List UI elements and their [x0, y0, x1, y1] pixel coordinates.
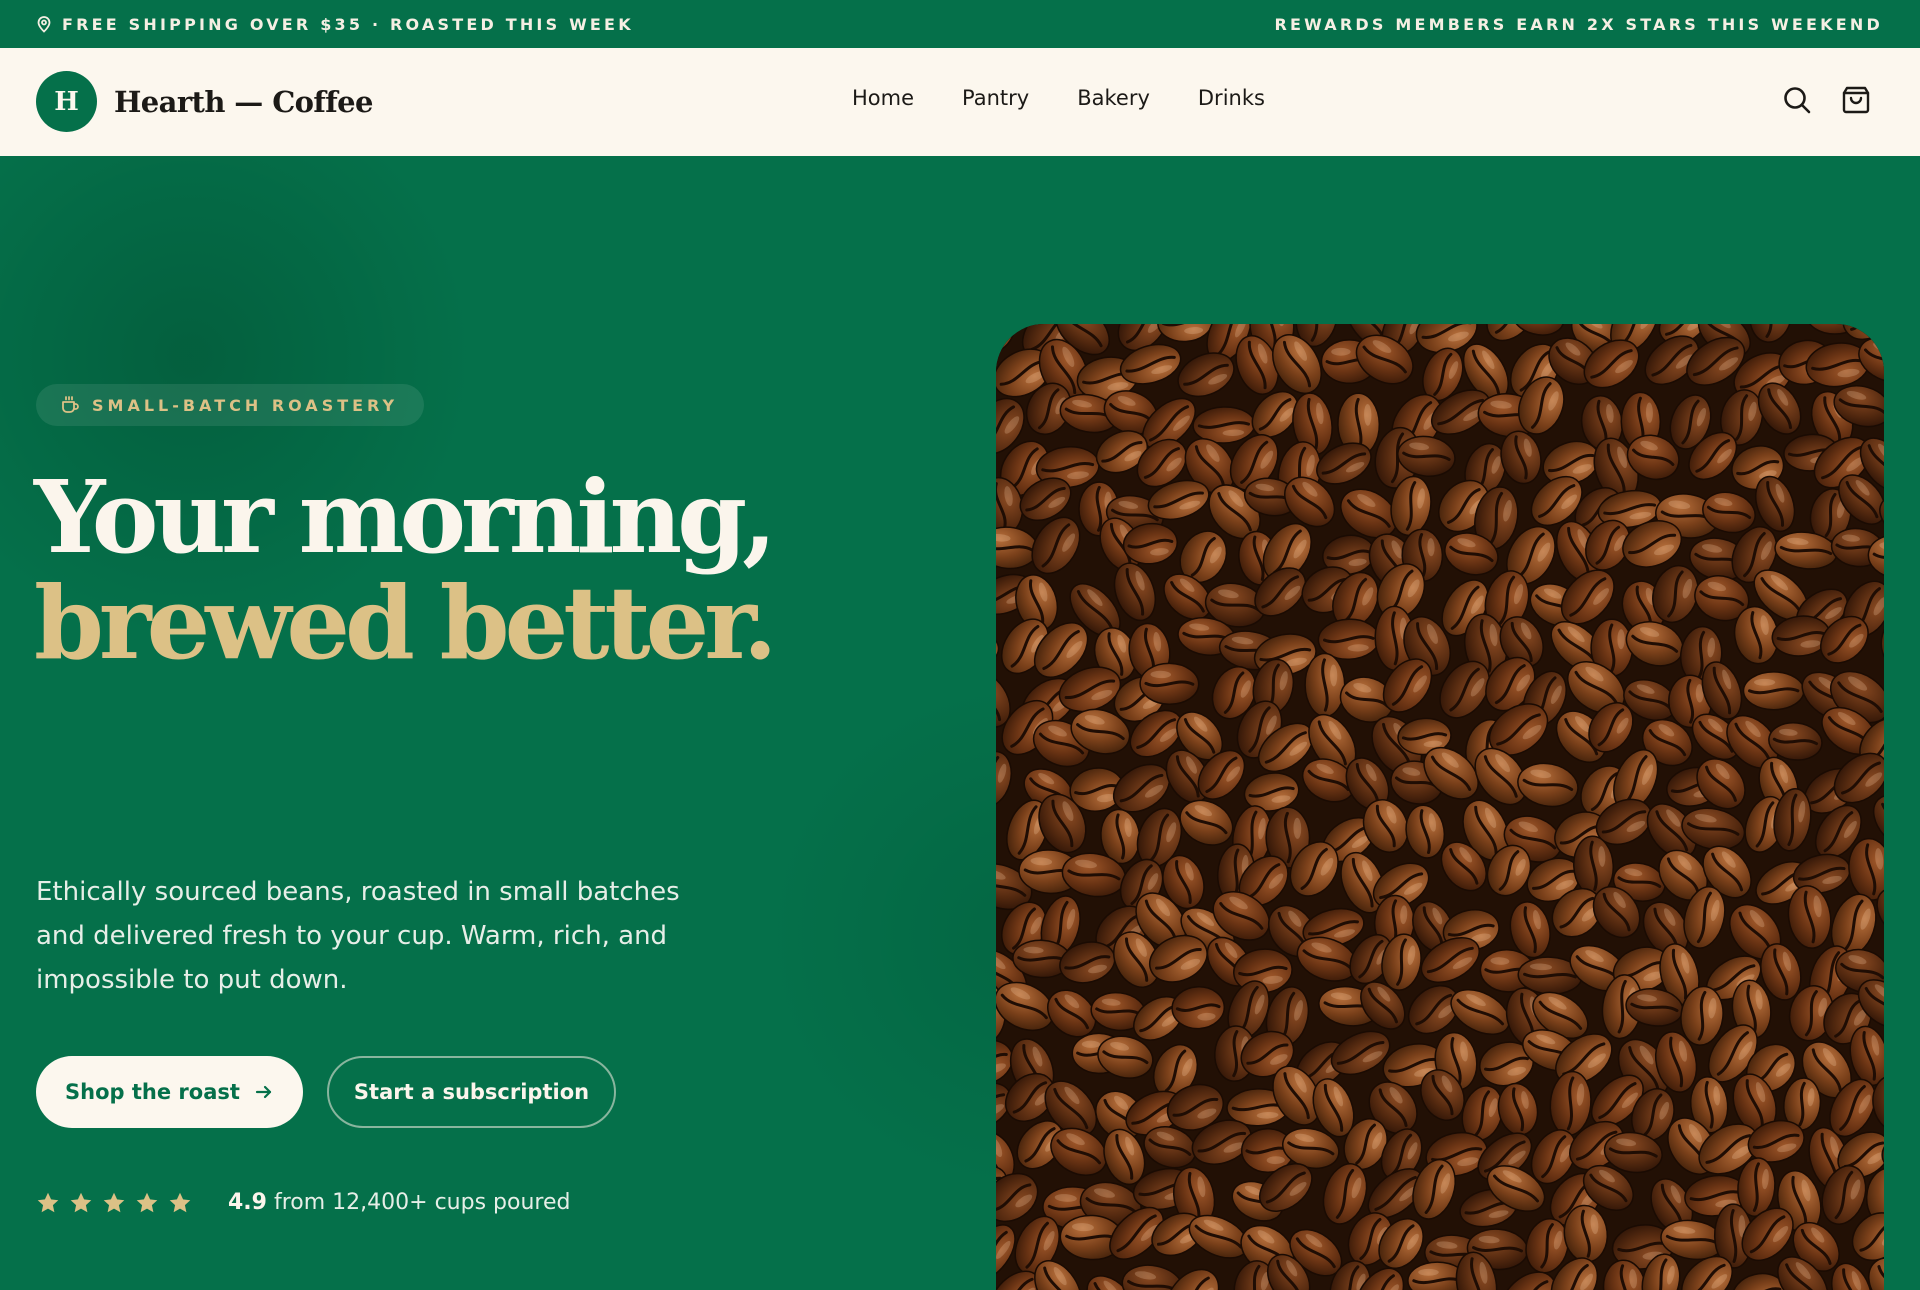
rating-text: 4.9 from 12,400+ cups poured	[228, 1190, 570, 1215]
announcement-bar: FREE SHIPPING OVER $35 · ROASTED THIS WE…	[0, 0, 1920, 48]
hero-eyebrow-text: SMALL-BATCH ROASTERY	[92, 395, 399, 415]
hero-headline-line1: Your morning,	[34, 458, 777, 576]
search-button[interactable]	[1781, 84, 1813, 116]
nav-link-drinks[interactable]: Drinks	[1198, 86, 1265, 110]
star-icon	[70, 1192, 92, 1212]
shopping-bag-icon	[1842, 86, 1870, 114]
coffee-cup-icon	[62, 396, 79, 413]
rating-caption: from 12,400+ cups poured	[273, 1190, 571, 1215]
nav-link-bakery[interactable]: Bakery	[1077, 86, 1150, 110]
nav-link-pantry[interactable]: Pantry	[962, 86, 1029, 110]
arrow-right-icon	[255, 1085, 272, 1099]
announcement-left: FREE SHIPPING OVER $35 · ROASTED THIS WE…	[36, 15, 634, 34]
hero-eyebrow-badge: SMALL-BATCH ROASTERY	[36, 384, 425, 426]
coffee-beans-image	[996, 324, 1884, 1290]
star-icon	[169, 1192, 191, 1212]
rating-score: 4.9	[228, 1190, 267, 1215]
rating-summary: 4.9 from 12,400+ cups poured	[36, 1190, 570, 1215]
map-pin-icon	[36, 15, 52, 33]
star-icon	[37, 1192, 59, 1212]
coffee-beans-illustration	[996, 324, 1884, 1290]
hero-description: Ethically sourced beans, roasted in smal…	[36, 877, 680, 995]
start-subscription-button[interactable]: Start a subscription	[327, 1056, 616, 1128]
hero-headline-line2: brewed better.	[34, 564, 778, 682]
announcement-right-text: REWARDS MEMBERS EARN 2X STARS THIS WEEKE…	[1274, 14, 1883, 34]
shop-the-roast-button[interactable]: Shop the roast	[36, 1056, 303, 1128]
brand-logo[interactable]: H Hearth — Coffee	[36, 71, 373, 132]
brand-mark: H	[36, 71, 97, 132]
cart-button[interactable]	[1840, 84, 1872, 116]
announcement-left-text: FREE SHIPPING OVER $35 · ROASTED THIS WE…	[62, 14, 634, 34]
nav-link-home[interactable]: Home	[852, 86, 914, 110]
site-header: H Hearth — Coffee Home Pantry Bakery Dri…	[0, 48, 1920, 156]
search-icon	[1784, 87, 1811, 114]
hero-headline: Your morning, brewed better.	[34, 458, 778, 682]
start-subscription-label: Start a subscription	[353, 1080, 590, 1104]
star-rating	[36, 1191, 192, 1215]
brand-name: Hearth — Coffee	[114, 84, 373, 119]
main-nav: Home Pantry Bakery Drinks	[852, 86, 1265, 110]
star-icon	[103, 1192, 125, 1212]
star-icon	[136, 1192, 158, 1212]
shop-the-roast-label: Shop the roast	[65, 1080, 240, 1104]
